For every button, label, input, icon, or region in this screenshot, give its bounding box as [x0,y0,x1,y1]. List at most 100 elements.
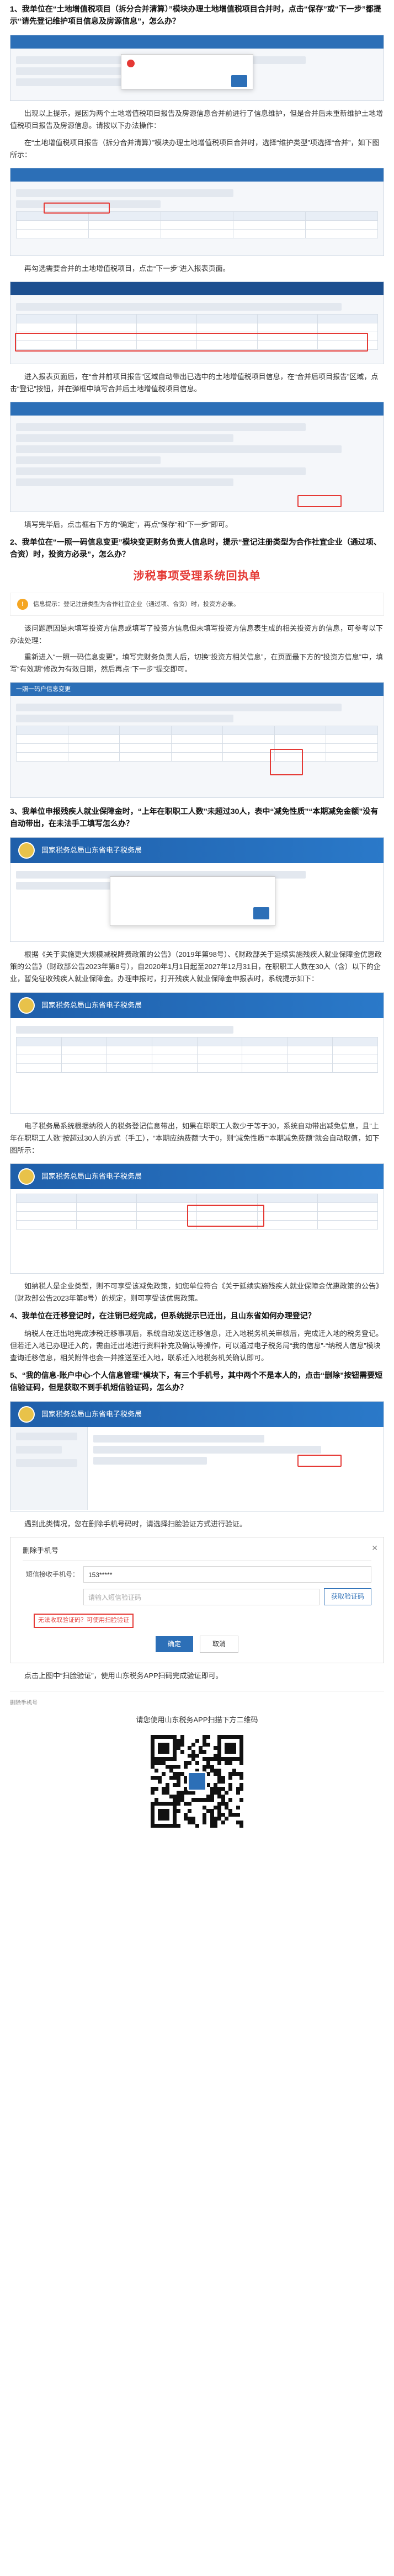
qr-module [195,1824,199,1828]
receipt-banner: 涉税事项受理系统回执单 [133,570,261,582]
qr-module [177,1764,181,1769]
q2-screenshot-change: 一照一码户信息变更 [10,682,384,798]
tax-emblem-icon [18,997,35,1014]
cancel-button[interactable]: 取消 [199,1636,238,1653]
qr-module [191,1742,195,1747]
qr-module [228,1798,233,1802]
qr-module [236,1805,240,1809]
q4-answer1: 纳税人在迁出地完成涉税迁移事项后，系统自动发送迁移信息，迁入地税务机关审核后，完… [10,1329,384,1362]
tax-emblem-icon [18,1406,35,1423]
q1-caption3: 填写完毕后，点击框右下方的“确定”，再点“保存”和“下一步”即可。 [24,520,232,529]
investor-table [16,725,378,762]
info-icon: ! [17,598,28,610]
merged-report-highlight [15,332,368,352]
qr-code-image [147,1732,247,1832]
modal-title: 删除手机号 [23,1545,371,1561]
footer-breadcrumb: 删除手机号 [10,1700,38,1707]
change-screen-title: 一照一码户信息变更 [10,682,384,696]
q3-answer1: 根据《关于实施更大规模减税降费政策的公告》（2019年第98号）、《财政部关于延… [10,950,382,983]
alert-message [121,55,253,72]
qr-module [154,1768,158,1773]
qr-module [195,1738,199,1743]
qr-module [228,1776,233,1780]
qr-module [195,1753,199,1758]
q3-screenshot-table: 国家税务总局山东省电子税务局 [10,992,384,1114]
qr-module [206,1735,210,1739]
qr-module [165,1816,169,1821]
alert-ok-button[interactable] [231,75,247,87]
qr-module [239,1761,244,1765]
delete-phone-modal: 删除手机号 ✕ 短信接收手机号： 153***** 请输入短信验证码 获取验证码… [10,1537,384,1664]
q5-answer2: 点击上图中“扫脸验证”，使用山东税务APP扫码完成验证即可。 [24,1672,223,1680]
qr-module [177,1824,181,1828]
q3-screenshot-exemption: 国家税务总局山东省电子税务局 [10,1163,384,1274]
q5-answer1: 遇到此类情况，您在删除手机号码时，请选择扫脸验证方式进行验证。 [24,1520,247,1529]
close-icon[interactable]: ✕ [371,1542,378,1554]
faq-page: 1、我单位在“土地增值税项目（拆分合并清算）”模块办理土地增值税项目合并时，点击… [0,0,394,1859]
qr-module [177,1783,181,1787]
q1-screenshot-type [10,167,384,256]
qr-module [228,1787,233,1791]
q1-screenshot-alert [10,35,384,102]
qr-module [203,1820,207,1824]
qr-caption: 请您使用山东税务APP扫描下方二维码 [136,1716,258,1725]
q3-answer3: 如纳税人是企业类型，则不可享受该减免政策，如您单位符合《关于延续实施残疾人就业保… [10,1281,384,1302]
face-verify-link[interactable]: 无法收取验证码？可使用扫脸验证 [34,1614,134,1628]
disability-fund-table [16,1036,378,1073]
q1-screenshot-report [10,281,384,364]
qr-module [162,1772,166,1776]
portal-tip-dialog [110,876,275,927]
delete-phone-highlight [297,1455,342,1467]
qr-logo-icon [187,1771,207,1792]
qr-module [188,1802,192,1806]
account-sidebar [10,1427,88,1510]
phone-label: 短信接收手机号： [25,1570,79,1578]
qr-module [151,1790,155,1795]
notice-text: 信息提示：登记注册类型为合作社宜企业（通过项、合资）时，投资方必录。 [33,600,240,608]
qr-module [177,1802,181,1806]
qr-module [221,1820,225,1824]
alert-dialog [121,54,253,90]
get-code-button[interactable]: 获取验证码 [323,1588,371,1606]
qr-module [239,1824,244,1828]
portal-header: 国家税务总局山东省电子税务局 [10,838,384,864]
tax-emblem-icon [18,1168,35,1185]
qr-module [184,1764,188,1769]
tax-emblem-icon [18,842,35,859]
qr-module [214,1824,218,1828]
q5-title: 5、“我的信息-账户中心-个人信息管理”模块下，有三个手机号，其中两个不是本人的… [10,1370,383,1392]
qr-module [225,1790,229,1795]
q3-answer2: 电子税务局系统根据纳税人的税务登记信息带出，如果在职职工人数少于等于30，系统自… [10,1121,380,1154]
sms-code-input[interactable]: 请输入短信验证码 [83,1588,320,1605]
qr-module [165,1749,169,1754]
exemption-highlight [187,1204,264,1227]
window-titlebar [10,35,384,49]
qr-module [225,1816,229,1821]
project-table [16,211,378,238]
q4-title: 4、我单位在迁移登记时，在注销已经完成，但系统提示已迁出，且山东省如何办理登记？ [10,1311,316,1320]
merge-type-highlight [44,202,110,214]
qr-module [180,1742,184,1747]
qr-module [239,1776,244,1780]
qr-section: 请您使用山东税务APP扫描下方二维码 [0,1709,394,1832]
q5-screenshot-account: 国家税务总局山东省电子税务局 [10,1401,384,1512]
qr-module [236,1790,240,1795]
qr-module [210,1798,214,1802]
q1-answer2: 在“土地增值税项目报告（拆分合并清算）”模块办理土地增值税项目合并时，选择“维护… [10,138,380,159]
qr-module [195,1761,199,1765]
q2-title: 2、我单位在“一照一码信息变更”模块变更财务负责人信息时，提示“登记注册类型为合… [10,537,381,558]
q3-title: 3、我单位申报残疾人就业保障金时，“上年在职职工人数”未超过30人，表中“减免性… [10,806,379,828]
tip-ok-button[interactable] [253,907,269,919]
qr-module [188,1761,192,1765]
warning-icon [127,59,135,67]
q2-answer1: 该问题原因是未填写投资方信息或填写了投资方信息但未填写投资方信息表生成的相关投资… [10,624,384,645]
qr-module [228,1761,233,1765]
phone-value: 153***** [83,1566,371,1583]
qr-module [173,1757,177,1761]
q1-answer1: 出现以上提示，是因为两个土地增值税项目报告及房源信息合并前进行了信息维护，但是合… [10,109,384,130]
q3-screenshot-portal: 国家税务总局山东省电子税务局 [10,837,384,943]
confirm-highlight [297,495,342,508]
confirm-button[interactable]: 确定 [156,1636,194,1653]
qr-module [188,1809,192,1813]
qr-module [239,1787,244,1791]
